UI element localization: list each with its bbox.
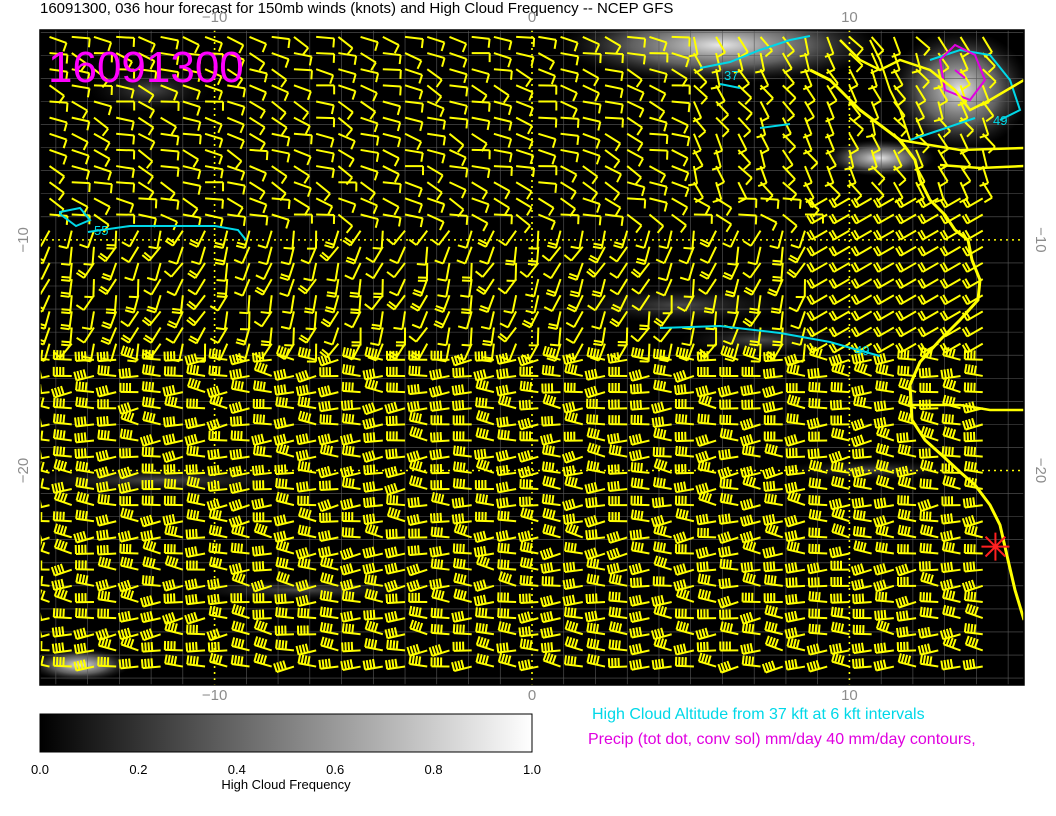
map-plot[interactable]: 16091300 55 37 49 49 −10 −10 0 0 10 10 −10 −10 −… (0, 0, 1056, 700)
x-tick-label: 10 (841, 687, 858, 700)
time-stamp: 16091300 (48, 43, 244, 92)
x-tick-label: 0 (528, 9, 536, 26)
x-tick-label: 0 (528, 687, 536, 700)
colorbar: 0.0 0.2 0.4 0.6 0.8 1.0 High Cloud Frequency (31, 713, 541, 792)
contour-label-49-south: 49 (855, 343, 869, 358)
cloud-altitude-caption: High Cloud Altitude from 37 kft at 6 kft… (592, 706, 925, 723)
colorbar-tick-label: 0.6 (326, 762, 344, 777)
colorbar-tick-label: 0.4 (228, 762, 246, 777)
colorbar-tick-label: 0.0 (31, 762, 49, 777)
precip-caption: Precip (tot dot, conv sol) mm/day 40 mm/… (588, 731, 976, 748)
star-marker-icon (981, 532, 1010, 561)
y-tick-label: −10 (15, 227, 32, 252)
colorbar-label: High Cloud Frequency (221, 777, 351, 792)
colorbar-gradient (39, 713, 533, 753)
contour-label-37: 37 (724, 68, 738, 83)
x-tick-label: −10 (202, 9, 227, 26)
colorbar-tick-label: 1.0 (523, 762, 541, 777)
colorbar-ticks: 0.0 0.2 0.4 0.6 0.8 1.0 (31, 762, 541, 777)
colorbar-tick-label: 0.8 (425, 762, 443, 777)
contour-label-49-north: 49 (993, 113, 1007, 128)
x-tick-label: 10 (841, 9, 858, 26)
y-tick-label: −20 (1032, 458, 1049, 483)
y-tick-label: −10 (1032, 227, 1049, 252)
colorbar-tick-label: 0.2 (129, 762, 147, 777)
x-tick-label: −10 (202, 687, 227, 700)
y-tick-label: −20 (15, 458, 32, 483)
contour-label-55: 55 (94, 223, 108, 238)
